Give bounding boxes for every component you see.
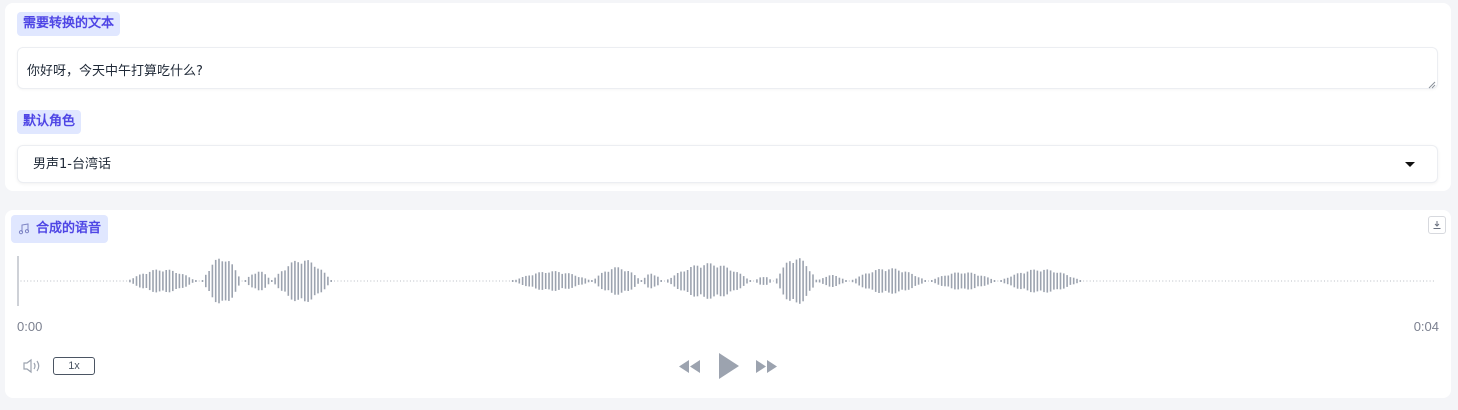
audio-panel: 合成的语音 0:00 0:04 1x: [5, 210, 1451, 398]
input-panel: 需要转换的文本 你好呀，今天中午打算吃什么? 默认角色 男声1-台湾话: [5, 3, 1451, 191]
caret-down-icon: [1405, 162, 1415, 167]
play-icon[interactable]: [717, 352, 741, 380]
audio-waveform[interactable]: [17, 255, 1439, 307]
text-input[interactable]: 你好呀，今天中午打算吃什么?: [17, 47, 1438, 89]
download-icon: [1433, 221, 1441, 229]
volume-icon[interactable]: [22, 358, 44, 374]
audio-label: 合成的语音: [11, 215, 109, 243]
audio-label-text: 合成的语音: [36, 221, 102, 236]
text-label: 需要转换的文本: [17, 12, 121, 36]
time-duration: 0:04: [1413, 319, 1439, 334]
role-select-value: 男声1-台湾话: [33, 157, 111, 172]
music-note-icon: [18, 223, 30, 235]
playback-rate-button[interactable]: 1x: [53, 357, 95, 375]
time-current: 0:00: [17, 319, 43, 334]
download-button[interactable]: [1428, 216, 1446, 234]
role-select[interactable]: 男声1-台湾话: [17, 145, 1438, 183]
role-label: 默认角色: [17, 110, 82, 134]
rewind-icon[interactable]: [678, 359, 702, 374]
resize-grip-icon[interactable]: [1428, 81, 1436, 89]
fast-forward-icon[interactable]: [754, 359, 778, 374]
